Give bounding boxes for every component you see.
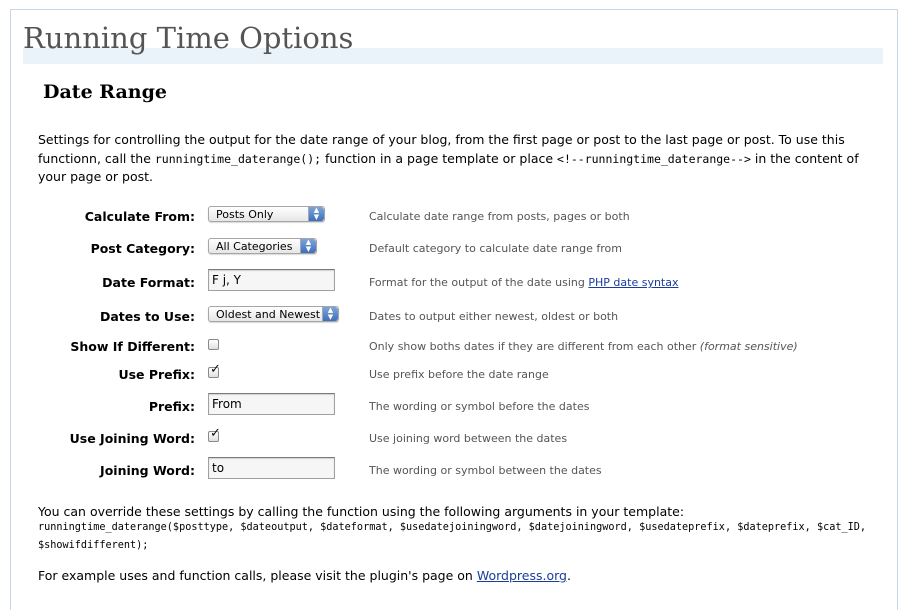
use-joining-word-label: Use Joining Word: bbox=[69, 431, 195, 446]
joining-word-input[interactable]: to bbox=[208, 457, 335, 479]
row-joining-word: Joining Word: to The wording or symbol b… bbox=[0, 457, 907, 483]
example-paragraph: For example uses and function calls, ple… bbox=[38, 568, 571, 584]
dates-to-use-label: Dates to Use: bbox=[99, 309, 195, 324]
post-category-value: All Categories bbox=[216, 240, 293, 253]
example-end: . bbox=[566, 568, 571, 583]
use-joining-word-checkbox[interactable]: ✓ bbox=[208, 427, 221, 442]
checkmark-icon: ✓ bbox=[210, 362, 221, 377]
date-format-input[interactable]: F j, Y bbox=[208, 269, 335, 291]
intro-paragraph: Settings for controlling the output for … bbox=[38, 131, 868, 187]
post-category-label: Post Category: bbox=[90, 241, 195, 256]
prefix-input[interactable]: From bbox=[208, 393, 335, 415]
up-down-arrows-icon: ▲ ▼ bbox=[308, 207, 324, 221]
row-use-prefix: Use Prefix: ✓ Use prefix before the date… bbox=[0, 361, 907, 387]
function-signature-code: runningtime_daterange($posttype, $dateou… bbox=[38, 522, 867, 551]
show-if-different-description: Only show boths dates if they are differ… bbox=[369, 340, 798, 353]
dates-to-use-value: Oldest and Newest bbox=[216, 308, 321, 321]
up-down-arrows-icon: ▲ ▼ bbox=[300, 239, 316, 253]
use-joining-word-description: Use joining word between the dates bbox=[369, 432, 568, 445]
use-prefix-checkbox[interactable]: ✓ bbox=[208, 363, 221, 378]
section-title: Date Range bbox=[43, 81, 167, 103]
row-date-format: Date Format: F j, Y Format for the outpu… bbox=[0, 269, 907, 295]
format-sensitive-note: (format sensitive) bbox=[699, 340, 798, 353]
intro-function-code: runningtime_daterange(); bbox=[154, 151, 322, 166]
date-format-description-text: Format for the output of the date using bbox=[369, 276, 589, 289]
prefix-description: The wording or symbol before the dates bbox=[369, 400, 590, 413]
checkmark-icon: ✓ bbox=[210, 426, 221, 441]
prefix-label: Prefix: bbox=[148, 399, 195, 414]
dates-to-use-description: Dates to output either newest, oldest or… bbox=[369, 310, 619, 323]
row-use-joining-word: Use Joining Word: ✓ Use joining word bet… bbox=[0, 425, 907, 451]
row-post-category: Post Category: All Categories ▲ ▼ Default… bbox=[0, 235, 907, 261]
date-format-description: Format for the output of the date using … bbox=[369, 276, 679, 289]
wordpress-org-link[interactable]: Wordpress.org bbox=[477, 568, 567, 583]
calculate-from-value: Posts Only bbox=[216, 208, 274, 221]
page-title: Running Time Options bbox=[23, 21, 354, 55]
example-text: For example uses and function calls, ple… bbox=[38, 568, 477, 583]
override-text: You can override these settings by calli… bbox=[38, 504, 685, 519]
intro-text-2: function in a page template or place bbox=[321, 150, 558, 166]
row-prefix: Prefix: From The wording or symbol befor… bbox=[0, 393, 907, 419]
use-prefix-description: Use prefix before the date range bbox=[369, 368, 549, 381]
show-if-different-checkbox[interactable] bbox=[208, 339, 219, 350]
calculate-from-label: Calculate From: bbox=[84, 209, 195, 224]
post-category-select[interactable]: All Categories ▲ ▼ bbox=[208, 238, 317, 254]
calculate-from-select[interactable]: Posts Only ▲ ▼ bbox=[208, 206, 325, 222]
calculate-from-description: Calculate date range from posts, pages o… bbox=[369, 210, 630, 223]
date-format-label: Date Format: bbox=[102, 275, 195, 290]
dates-to-use-select[interactable]: Oldest and Newest ▲ ▼ bbox=[208, 306, 339, 322]
row-show-if-different: Show If Different: Only show boths dates… bbox=[0, 333, 907, 359]
php-date-syntax-link[interactable]: PHP date syntax bbox=[588, 276, 678, 289]
row-calculate-from: Calculate From: Posts Only ▲ ▼ Calculate … bbox=[0, 203, 907, 229]
joining-word-description: The wording or symbol between the dates bbox=[369, 464, 602, 477]
post-category-description: Default category to calculate date range… bbox=[369, 242, 622, 255]
intro-tag-code: <!--runningtime_daterange--> bbox=[557, 151, 751, 166]
show-if-different-description-text: Only show boths dates if they are differ… bbox=[369, 340, 700, 353]
joining-word-label: Joining Word: bbox=[100, 463, 195, 478]
use-prefix-label: Use Prefix: bbox=[118, 367, 195, 382]
row-dates-to-use: Dates to Use: Oldest and Newest ▲ ▼ Dates… bbox=[0, 303, 907, 329]
up-down-arrows-icon: ▲ ▼ bbox=[322, 307, 338, 321]
show-if-different-label: Show If Different: bbox=[70, 339, 195, 354]
